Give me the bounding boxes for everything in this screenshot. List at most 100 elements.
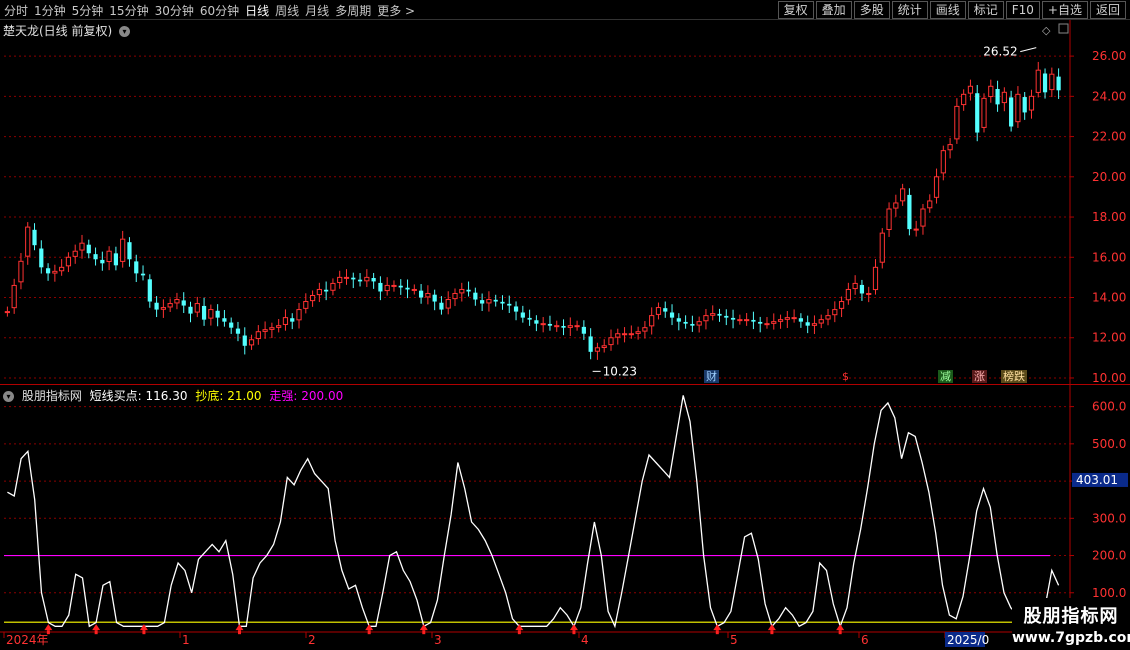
candle-body [229, 322, 234, 328]
candle-body [520, 312, 525, 318]
candle-body [703, 315, 709, 322]
candle-body [1035, 69, 1041, 93]
candle-body [208, 309, 214, 319]
reduce-marker[interactable]: 减 [938, 370, 953, 383]
candle-body [486, 299, 492, 304]
buy-arrow-stem [142, 630, 146, 635]
current-value-label: 403.01 [1076, 473, 1118, 487]
candle-body [751, 319, 756, 322]
candle-body [621, 333, 628, 336]
candle-body [554, 325, 560, 328]
candle-body [330, 282, 336, 291]
candle-body [805, 322, 810, 326]
candle-body [581, 326, 586, 334]
candle-body [1022, 97, 1027, 113]
candle-body [181, 300, 186, 306]
price-tick-label-8: 10.00 [1092, 371, 1126, 385]
candle-body [513, 306, 519, 312]
price-tick-label-1: 24.00 [1092, 89, 1126, 103]
candle-body [710, 313, 716, 316]
candle-body [540, 323, 546, 326]
candle-body [947, 144, 953, 151]
candle-body [242, 335, 247, 346]
site-watermark: 股朋指标网 www.7gpzb.com [1012, 598, 1130, 650]
candle-body [39, 248, 44, 268]
candle-body [872, 266, 879, 291]
indicator-line3-label: 走强: 200.00 [269, 389, 344, 403]
candle-body [859, 284, 865, 294]
candle-body [480, 300, 485, 304]
candle-body [106, 250, 112, 262]
buy-arrow-stem [517, 630, 521, 635]
candle-body [981, 97, 987, 128]
candle-body [777, 319, 784, 322]
leaderboard-marker[interactable]: 榜跌 [1001, 370, 1027, 383]
candle-body [588, 336, 593, 352]
candle-body [758, 321, 763, 324]
candle-body [371, 277, 376, 282]
candle-body [79, 242, 85, 251]
candle-body [113, 253, 119, 266]
candle-body [160, 307, 166, 310]
candle-body [663, 308, 668, 312]
buy-arrow-icon [767, 624, 776, 631]
candle-body [45, 268, 51, 274]
ind-tick-label-3: 300.0 [1092, 511, 1126, 525]
candle-body [954, 105, 960, 140]
limit-up-marker[interactable]: 涨 [972, 370, 987, 383]
candle-body [25, 226, 31, 257]
candle-body [134, 261, 139, 274]
candle-body [628, 333, 634, 336]
candle-body [316, 288, 322, 296]
financial-marker[interactable]: 财 [704, 370, 719, 383]
candle-body [818, 319, 824, 324]
indicator-menu-icon[interactable]: ▾ [3, 391, 14, 402]
indicator-line1-label: 短线买点: 116.30 [89, 389, 188, 403]
price-tick-label-5: 16.00 [1092, 250, 1126, 264]
buy-arrow-icon [235, 624, 244, 631]
candle-body [194, 303, 200, 313]
buy-arrow-stem [572, 630, 576, 635]
candle-body [32, 229, 37, 246]
candle-body [167, 303, 173, 308]
candle-body [561, 325, 566, 328]
candle-body [893, 202, 899, 209]
candle-body [920, 208, 926, 227]
price-tick-label-7: 12.00 [1092, 331, 1126, 345]
candle-body [933, 176, 940, 198]
candle-body [798, 318, 803, 322]
candle-body [655, 307, 662, 315]
candle-body [459, 288, 465, 294]
candle-body [669, 312, 675, 318]
buy-arrow-stem [367, 630, 371, 635]
dividend-marker[interactable]: $ [840, 370, 851, 383]
candle-body [907, 194, 912, 230]
candle-body [296, 309, 302, 321]
candle-body [432, 294, 437, 302]
ind-tick-label-4: 200.0 [1092, 549, 1126, 563]
candle-body [445, 299, 451, 309]
candle-body [398, 285, 403, 288]
candle-body [337, 276, 343, 284]
candle-body [527, 317, 532, 320]
candle-body [188, 306, 193, 314]
buy-arrow-icon [139, 624, 148, 631]
candle-body [120, 238, 126, 262]
time-label-4: 4 [581, 633, 589, 647]
candle-body [852, 282, 858, 290]
candle-body [1042, 73, 1048, 93]
candle-body [147, 279, 152, 302]
candle-body [791, 317, 797, 320]
panel-divider [0, 384, 1130, 385]
chart-canvas: 26.00 24.00 22.00 20.00 18.00 16.00 14.00 12.00… [0, 20, 1130, 647]
candle-body [567, 325, 573, 328]
candle-body [574, 325, 580, 328]
candle-body [59, 266, 65, 272]
restore-icon [1058, 23, 1069, 34]
buy-arrow-icon [44, 624, 53, 631]
candle-body [649, 315, 655, 327]
ind-tick-label-1: 500.0 [1092, 437, 1126, 451]
candle-body [608, 337, 614, 346]
buy-arrow-stem [770, 630, 774, 635]
candle-body [262, 329, 268, 332]
